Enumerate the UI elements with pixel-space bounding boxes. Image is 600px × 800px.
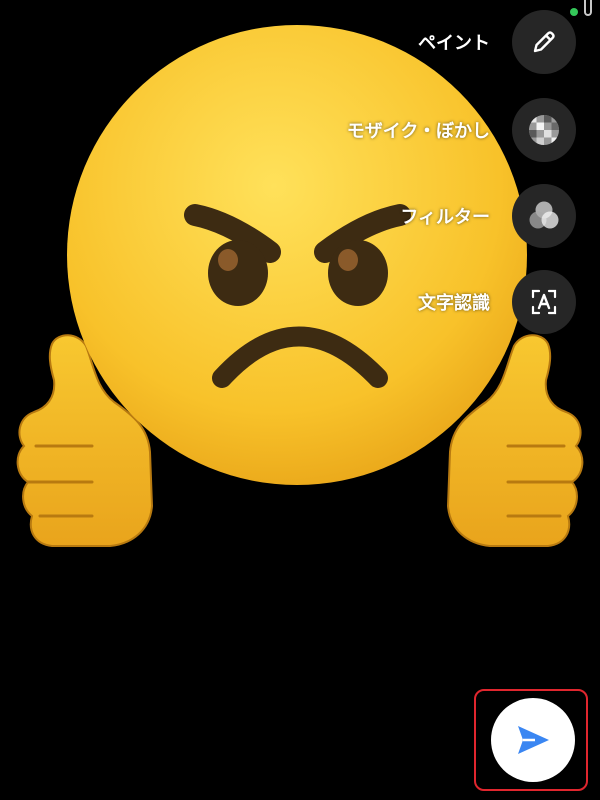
text-recognition-icon (531, 289, 557, 315)
tool-paint-label: ペイント (418, 33, 490, 54)
send-button[interactable] (491, 698, 575, 782)
tool-filter[interactable]: フィルター (400, 184, 576, 248)
tool-text-recognition[interactable]: 文字認識 (418, 270, 576, 334)
pencil-icon (533, 31, 555, 53)
mosaic-blur-icon (529, 115, 559, 145)
mosaic-button[interactable] (512, 98, 576, 162)
angry-face (67, 25, 527, 485)
tool-paint[interactable]: ペイント (418, 10, 576, 74)
tool-mosaic[interactable]: モザイク・ぼかし (347, 98, 576, 162)
paint-button[interactable] (512, 10, 576, 74)
filter-icon (529, 201, 559, 229)
tool-mosaic-label: モザイク・ぼかし (346, 121, 490, 142)
tool-text-recognition-label: 文字認識 (418, 293, 490, 314)
text-recognition-button[interactable] (512, 270, 576, 334)
filter-button[interactable] (512, 184, 576, 248)
tool-filter-label: フィルター (400, 207, 490, 228)
photo-editor-screen: ペイント モザイク・ぼかし フィルター 文字認識 (0, 0, 600, 800)
send-icon (518, 726, 549, 754)
